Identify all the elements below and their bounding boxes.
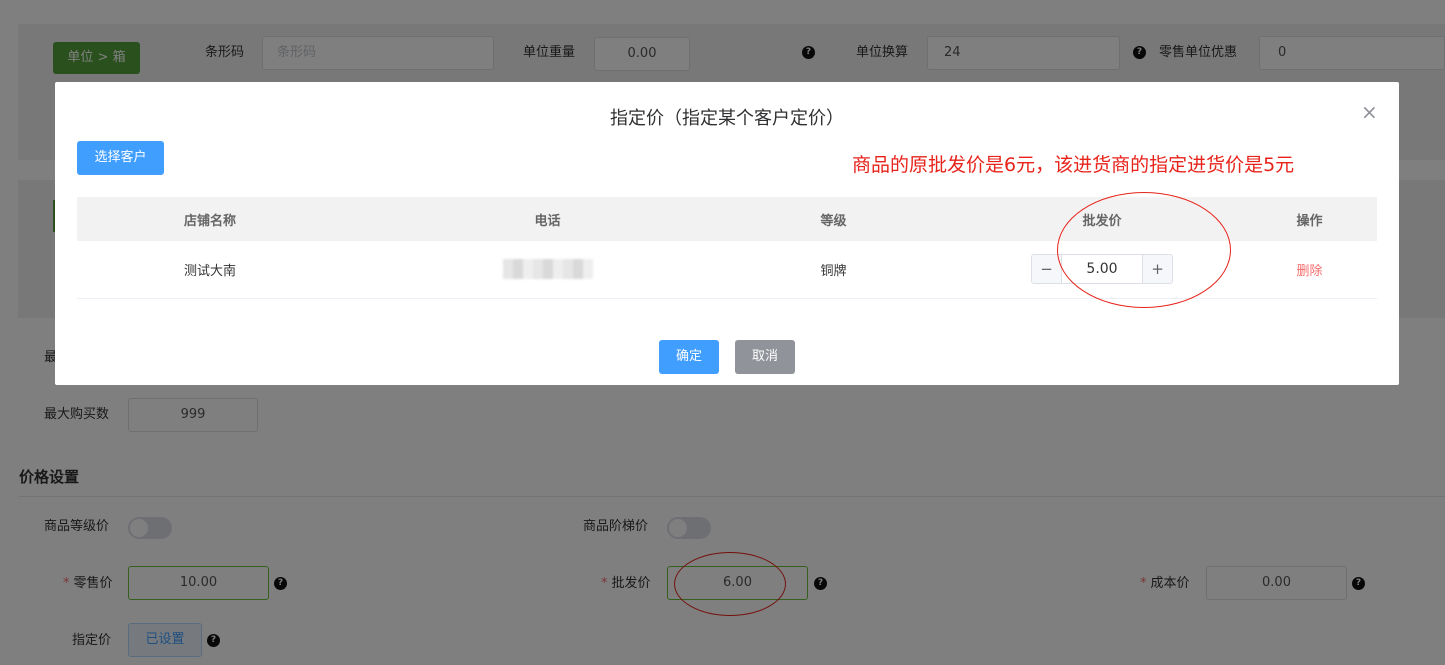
- designated-price-dialog: 指定价（指定某个客户定价） × 选择客户 商品的原批发价是6元，该进货商的指定进…: [55, 82, 1399, 385]
- delete-link[interactable]: 删除: [1296, 264, 1322, 279]
- cell-action: 删除: [1242, 241, 1377, 299]
- cancel-button[interactable]: 取消: [735, 340, 795, 374]
- dialog-title: 指定价（指定某个客户定价）: [610, 108, 844, 129]
- header-level: 等级: [705, 197, 962, 241]
- header-action: 操作: [1242, 197, 1377, 241]
- blurred-phone: [502, 259, 593, 280]
- annotation-circle: [1057, 192, 1231, 308]
- close-icon[interactable]: ×: [1361, 102, 1378, 122]
- confirm-button[interactable]: 确定: [659, 340, 719, 374]
- header-phone: 电话: [390, 197, 705, 241]
- cell-phone: [390, 241, 705, 299]
- header-store-name: 店铺名称: [77, 197, 390, 241]
- select-customer-button[interactable]: 选择客户: [77, 141, 164, 175]
- cell-level: 铜牌: [705, 241, 962, 299]
- annotation-text: 商品的原批发价是6元，该进货商的指定进货价是5元: [852, 154, 1295, 176]
- cell-store-name: 测试大南: [77, 241, 390, 299]
